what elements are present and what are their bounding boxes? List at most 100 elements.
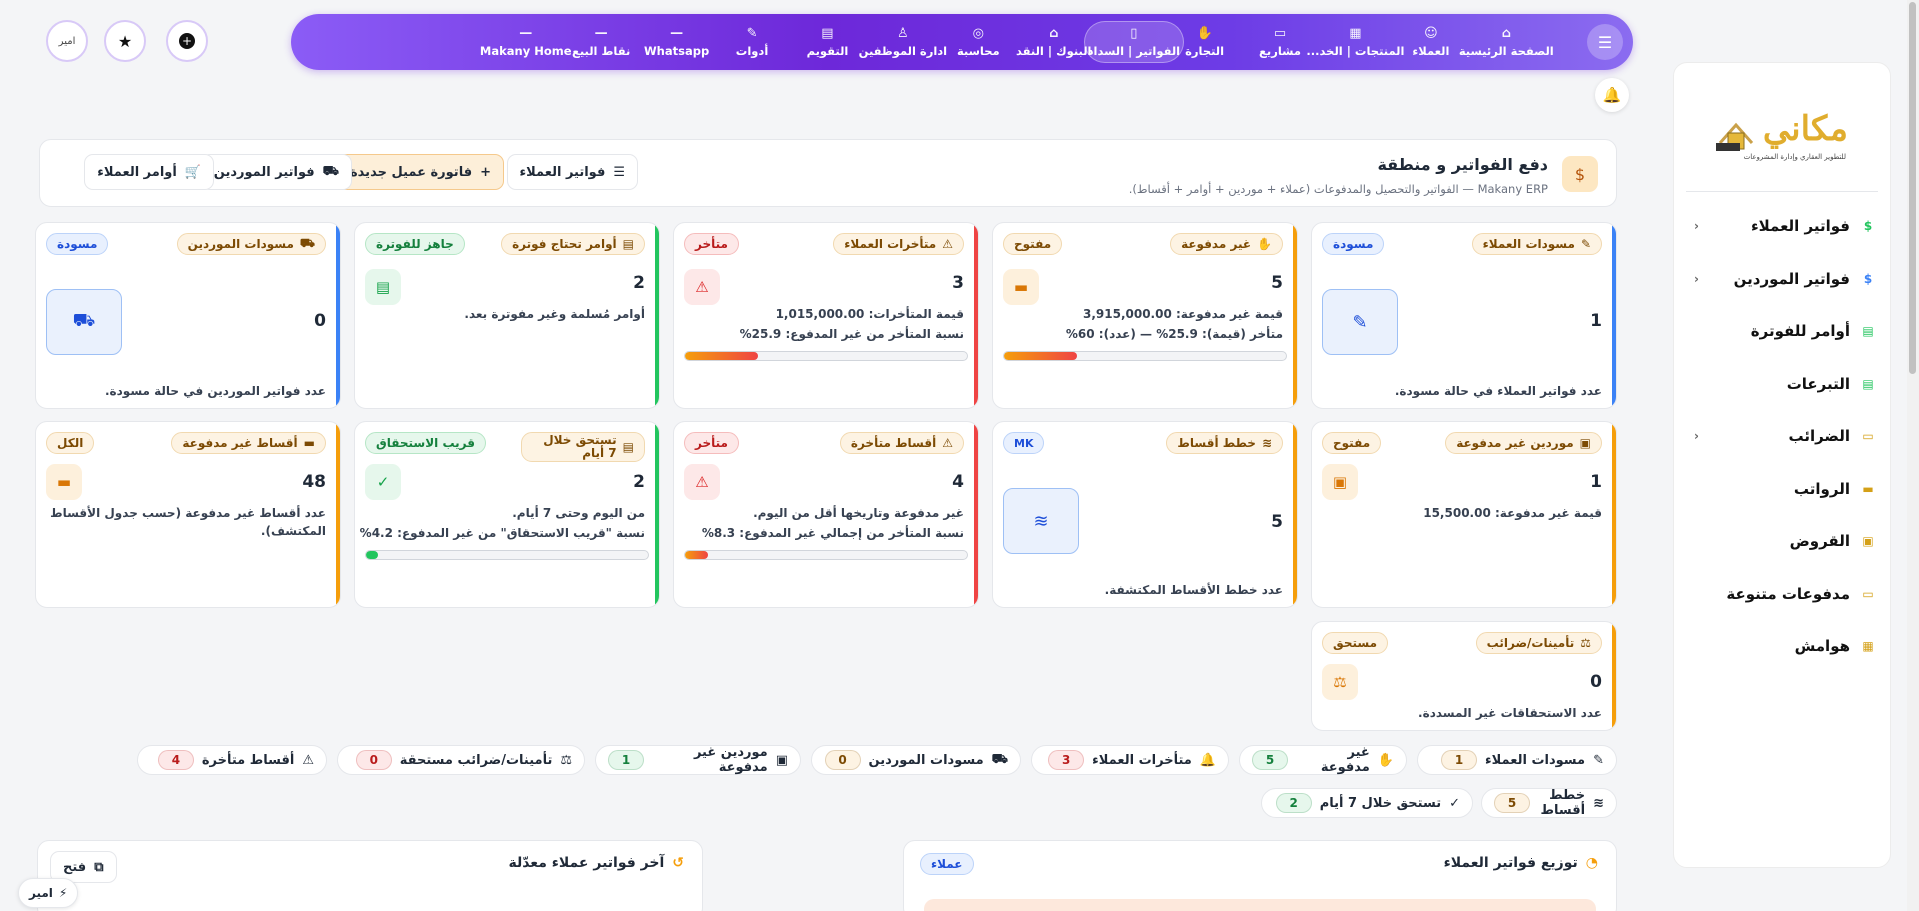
avatar-text: امير — [58, 35, 76, 47]
filter-chip-8[interactable]: ✓ تستحق خلال 7 أيام 2 — [1261, 788, 1473, 818]
customer-orders-button[interactable]: 🛒 أوامر العملاء — [84, 154, 214, 190]
card-title: ▣ موردين غير مدفوعة — [1445, 432, 1602, 454]
card-line: قيمة غير مدفوعة: 3,915,000.00 — [1082, 307, 1283, 321]
chip-label: غير مدفوعة — [1320, 745, 1370, 775]
calendar-check-icon: ▤ — [622, 439, 634, 454]
nav-item-12[interactable]: — نقاط البيع — [560, 21, 641, 63]
invoice-icon: $ — [1863, 271, 1873, 286]
card-value: 0 — [314, 311, 326, 331]
sidebar-item-5[interactable]: ▬ الرواتب — [1686, 474, 1876, 504]
filter-chip-0[interactable]: ✎ مسودات العملاء 1 — [1417, 745, 1617, 775]
card-supplier-unpaid[interactable]: ▣ موردين غير مدفوعة مفتوح 1 ▣ قيمة غير مد… — [1311, 421, 1617, 608]
nav-item-10[interactable]: ✎ أدوات — [711, 21, 792, 63]
nav-item-8[interactable]: ♙ ادارة الموظفين — [859, 21, 948, 63]
sidebar-item-8[interactable]: ▦ هوامش — [1686, 631, 1876, 661]
page-subtitle: Makany ERP — الفواتير والتحصيل والمدفوعا… — [1128, 182, 1548, 196]
chip-icon: ⚠ — [302, 752, 314, 768]
card-value: 4 — [952, 472, 964, 492]
filter-chip-1[interactable]: ✋ غير مدفوعة 5 — [1239, 745, 1407, 775]
add-button[interactable]: + — [166, 20, 208, 62]
sidebar-item-2[interactable]: ▤ أوامر للفوترة — [1686, 316, 1876, 346]
filter-chip-4[interactable]: ▣ موردين غير مدفوعة 1 — [595, 745, 801, 775]
nav-label: أدوات — [735, 43, 769, 58]
receipt-icon: ▤ — [622, 237, 634, 251]
button-label: فاتورة عميل جديدة — [350, 164, 473, 180]
truck-icon: ⛟ — [46, 289, 122, 355]
nav-item-3[interactable]: ▭ مشاريع — [1239, 21, 1320, 63]
card-supplier-drafts[interactable]: ⛟ مسودات الموردين مسودة 0 ⛟ عدد فواتير ال… — [35, 222, 341, 409]
filter-chip-6[interactable]: ⚠ أقساط متأخرة 4 — [137, 745, 327, 775]
bell-icon: 🔔 — [1602, 86, 1622, 104]
plus-icon: + — [179, 33, 195, 49]
nav-item-11[interactable]: — Whatsapp — [636, 21, 717, 63]
chip-icon: ⚖ — [560, 752, 572, 768]
user-avatar[interactable]: امير — [46, 20, 88, 62]
company-logo: مكاني للتطوير العقاري وإدارة المشروعات — [1712, 103, 1852, 175]
nav-icon: ⌂ — [1049, 25, 1059, 41]
page-scrollbar[interactable] — [1907, 0, 1919, 911]
nav-icon: ♙ — [897, 25, 909, 41]
nav-label: الصفحة الرئيسية — [1458, 43, 1554, 58]
scale-icon: ⚖ — [1580, 636, 1591, 650]
sidebar-item-6[interactable]: ▣ القروض — [1686, 526, 1876, 556]
chip-count: 4 — [157, 750, 194, 770]
sidebar-item-7[interactable]: ▭ مدفوعات متنوعة — [1686, 579, 1876, 609]
filter-chip-3[interactable]: ⛟ مسودات الموردين 0 — [811, 745, 1021, 775]
sidebar-item-0[interactable]: $ فواتير العملاء ‹ — [1686, 211, 1876, 241]
nav-item-13[interactable]: — Makany Home — [480, 21, 572, 63]
supplier-invoices-button[interactable]: ⛟ فواتير الموردين — [200, 154, 352, 190]
card-overdue-installments[interactable]: ⚠ أقساط متأخرة متأخر 4 ⚠ غير مدفوعة وتاري… — [673, 421, 979, 608]
document-icon: ▤ — [1862, 376, 1874, 391]
chip-icon: ✋ — [1377, 752, 1394, 768]
user-quick-button[interactable]: ⚡ امير — [18, 878, 79, 908]
button-label: فواتير الموردين — [213, 164, 315, 180]
chip-label: تستحق خلال 7 أيام — [1319, 795, 1442, 811]
nav-icon: ▦ — [1349, 25, 1362, 41]
card-line: غير مدفوعة وتاريخها أقل من اليوم. — [753, 506, 964, 520]
nav-icon: ✋ — [1196, 25, 1213, 41]
card-line: قيمة المتأخرات: 1,015,000.00 — [775, 307, 964, 321]
card-title: ⛟ مسودات الموردين — [176, 233, 326, 255]
notifications-button[interactable]: 🔔 — [1595, 78, 1629, 112]
card-installment-plans[interactable]: ≋ خطط أقساط MK 5 ≋ عدد خطط الأقساط المكتش… — [992, 421, 1298, 608]
status-badge: متأخر — [684, 233, 739, 255]
button-label: فواتير العملاء — [519, 164, 606, 180]
nav-item-0[interactable]: ⌂ الصفحة الرئيسية — [1459, 21, 1554, 63]
nav-item-6[interactable]: ⌂ البنوك | النقد — [1013, 21, 1094, 63]
favorites-button[interactable]: ★ — [104, 20, 146, 62]
card-customer-overdue[interactable]: ⚠ متأخرات العملاء متأخر 3 ⚠ قيمة المتأخرا… — [673, 222, 979, 409]
card-unpaid[interactable]: ✋ غير مدفوعة مفتوح 5 ▬ قيمة غير مدفوعة: 3… — [992, 222, 1298, 409]
scrollbar-thumb[interactable] — [1909, 2, 1916, 374]
filter-chip-2[interactable]: 🔔 متأخرات العملاء 3 — [1031, 745, 1229, 775]
card-unpaid-installments[interactable]: ▬ أقساط غير مدفوعة الكل 48 ▬ عدد أقساط غي… — [35, 421, 341, 608]
card-orders-to-invoice[interactable]: ▤ أوامر تحتاج فوترة جاهز للفوترة 2 ▤ أوام… — [354, 222, 660, 409]
card-insurance-taxes[interactable]: ⚖ تأمينات/ضرائب مستحق 0 ⚖ عدد الاستحقاقات… — [1311, 621, 1617, 731]
customer-invoices-button[interactable]: ☰ فواتير العملاء — [506, 154, 638, 190]
card-title: ✋ غير مدفوعة — [1170, 233, 1283, 255]
menu-icon[interactable]: ☰ — [1587, 24, 1623, 60]
filter-chip-7[interactable]: ≋ خطط أقساط 5 — [1481, 788, 1617, 818]
nav-item-9[interactable]: ▤ التقويم — [787, 21, 868, 63]
sidebar-item-4[interactable]: ▭ الضرائب ‹ — [1686, 421, 1876, 451]
chip-count: 0 — [824, 750, 861, 770]
new-invoice-button[interactable]: + فاتورة عميل جديدة — [337, 154, 504, 190]
card-value: 2 — [633, 273, 645, 293]
nav-item-5[interactable]: ▯ الفواتير | السداد — [1083, 21, 1184, 63]
nav-item-2[interactable]: ▦ المنتجات | الخد... — [1306, 21, 1404, 63]
card-customer-drafts[interactable]: ✎ مسودات العملاء مسودة 1 ✎ عدد فواتير الع… — [1311, 222, 1617, 409]
nav-label: مشاريع — [1259, 43, 1301, 58]
chip-label: تأمينات/ضرائب مستحقة — [399, 752, 553, 768]
card-value: 3 — [952, 273, 964, 293]
nav-label: Makany Home — [479, 43, 572, 58]
sidebar-item-3[interactable]: ▤ التبرعات — [1686, 369, 1876, 399]
nav-item-7[interactable]: ◎ محاسبة — [938, 21, 1019, 63]
status-badge: متأخر — [684, 432, 739, 454]
history-icon: ↺ — [672, 855, 684, 871]
sidebar-item-label: أوامر للفوترة — [1750, 322, 1850, 340]
status-badge: مسودة — [46, 233, 109, 255]
sidebar-item-1[interactable]: $ فواتير الموردين ‹ — [1686, 264, 1876, 294]
status-badge: مسودة — [1322, 233, 1385, 255]
progress-fill — [1004, 352, 1078, 360]
filter-chip-5[interactable]: ⚖ تأمينات/ضرائب مستحقة 0 — [337, 745, 585, 775]
card-due-7-days[interactable]: ▤ تستحق خلال 7 أيام قريب الاستحقاق 2 ✓ من… — [354, 421, 660, 608]
